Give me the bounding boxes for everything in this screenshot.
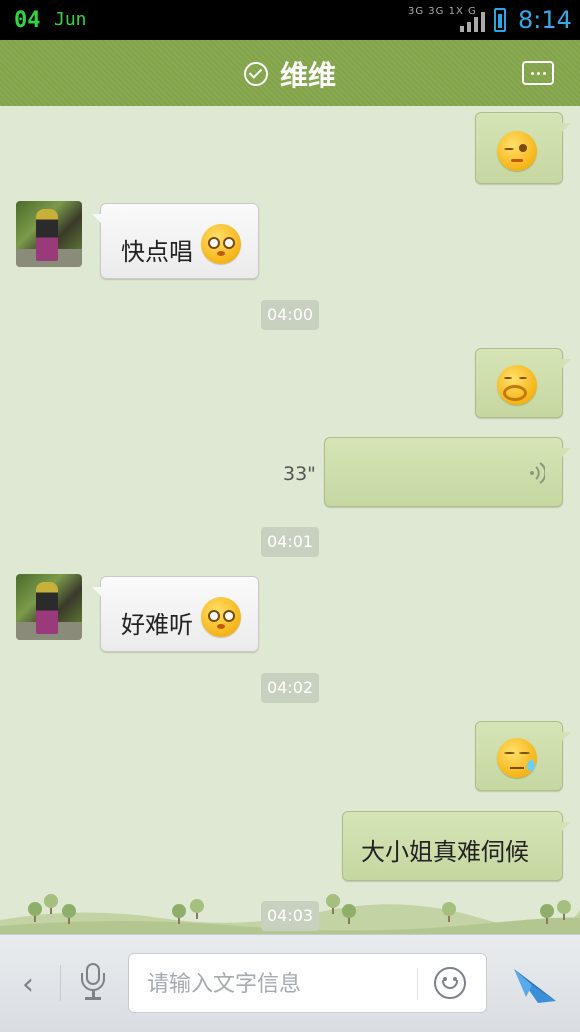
status-date-day: 04 <box>14 8 41 33</box>
smirk-wink-emoji <box>497 131 537 171</box>
voice-message-bubble[interactable] <box>324 437 571 507</box>
microphone-icon[interactable] <box>80 963 108 1003</box>
chat-header: 维维 <box>0 40 580 112</box>
status-time: 8:14 <box>518 6 572 34</box>
dot-icon <box>543 72 546 75</box>
contact-avatar[interactable] <box>16 574 82 640</box>
message-timestamp: 04:00 <box>261 300 319 330</box>
message-timestamp: 04:03 <box>261 901 319 931</box>
message-timestamp: 04:01 <box>261 527 319 557</box>
message-text: 好难听 <box>121 611 193 639</box>
puppy-eyes-emoji <box>201 597 241 637</box>
message-timestamp: 04:02 <box>261 673 319 703</box>
chat-message-list[interactable]: 快点唱 04:00 33" 04:01 好难听 04:02 大小姐真难伺候 04… <box>0 106 580 934</box>
divider <box>60 965 61 1001</box>
dot-icon <box>531 72 534 75</box>
message-bubble-outgoing[interactable] <box>475 348 571 418</box>
message-bubble-outgoing[interactable] <box>475 721 571 791</box>
contact-name: 维维 <box>279 59 336 92</box>
sweat-face-emoji <box>497 738 537 778</box>
voice-duration: 33" <box>283 463 316 485</box>
voice-wave-icon <box>530 462 545 484</box>
divider <box>417 968 418 1000</box>
collapse-chevron-icon[interactable]: ‹ <box>22 967 34 1002</box>
chat-title: 维维 <box>0 54 580 94</box>
verified-check-icon <box>243 62 268 86</box>
puppy-eyes-emoji <box>201 224 241 264</box>
message-input-field[interactable] <box>128 953 487 1013</box>
emoji-picker-icon[interactable] <box>434 967 466 999</box>
status-date-month: Jun <box>54 9 87 30</box>
status-bar: 04 Jun 3G 3G 1X G 8:14 <box>0 0 580 40</box>
signal-icon <box>460 12 485 32</box>
dot-icon <box>537 72 540 75</box>
message-input[interactable] <box>145 966 409 1002</box>
message-bubble-incoming[interactable]: 快点唱 <box>92 203 259 279</box>
message-bubble-incoming[interactable]: 好难听 <box>92 576 259 652</box>
message-text: 大小姐真难伺候 <box>361 838 529 866</box>
message-bubble-outgoing[interactable]: 大小姐真难伺候 <box>342 811 571 881</box>
message-input-bar: ‹ <box>0 934 580 1032</box>
message-bubble-outgoing[interactable] <box>475 112 571 184</box>
contact-avatar[interactable] <box>16 201 82 267</box>
send-icon[interactable] <box>512 963 558 1005</box>
hand-over-mouth-emoji <box>497 365 537 405</box>
battery-icon <box>494 8 506 32</box>
more-options-button[interactable] <box>522 61 554 85</box>
message-text: 快点唱 <box>121 238 193 266</box>
